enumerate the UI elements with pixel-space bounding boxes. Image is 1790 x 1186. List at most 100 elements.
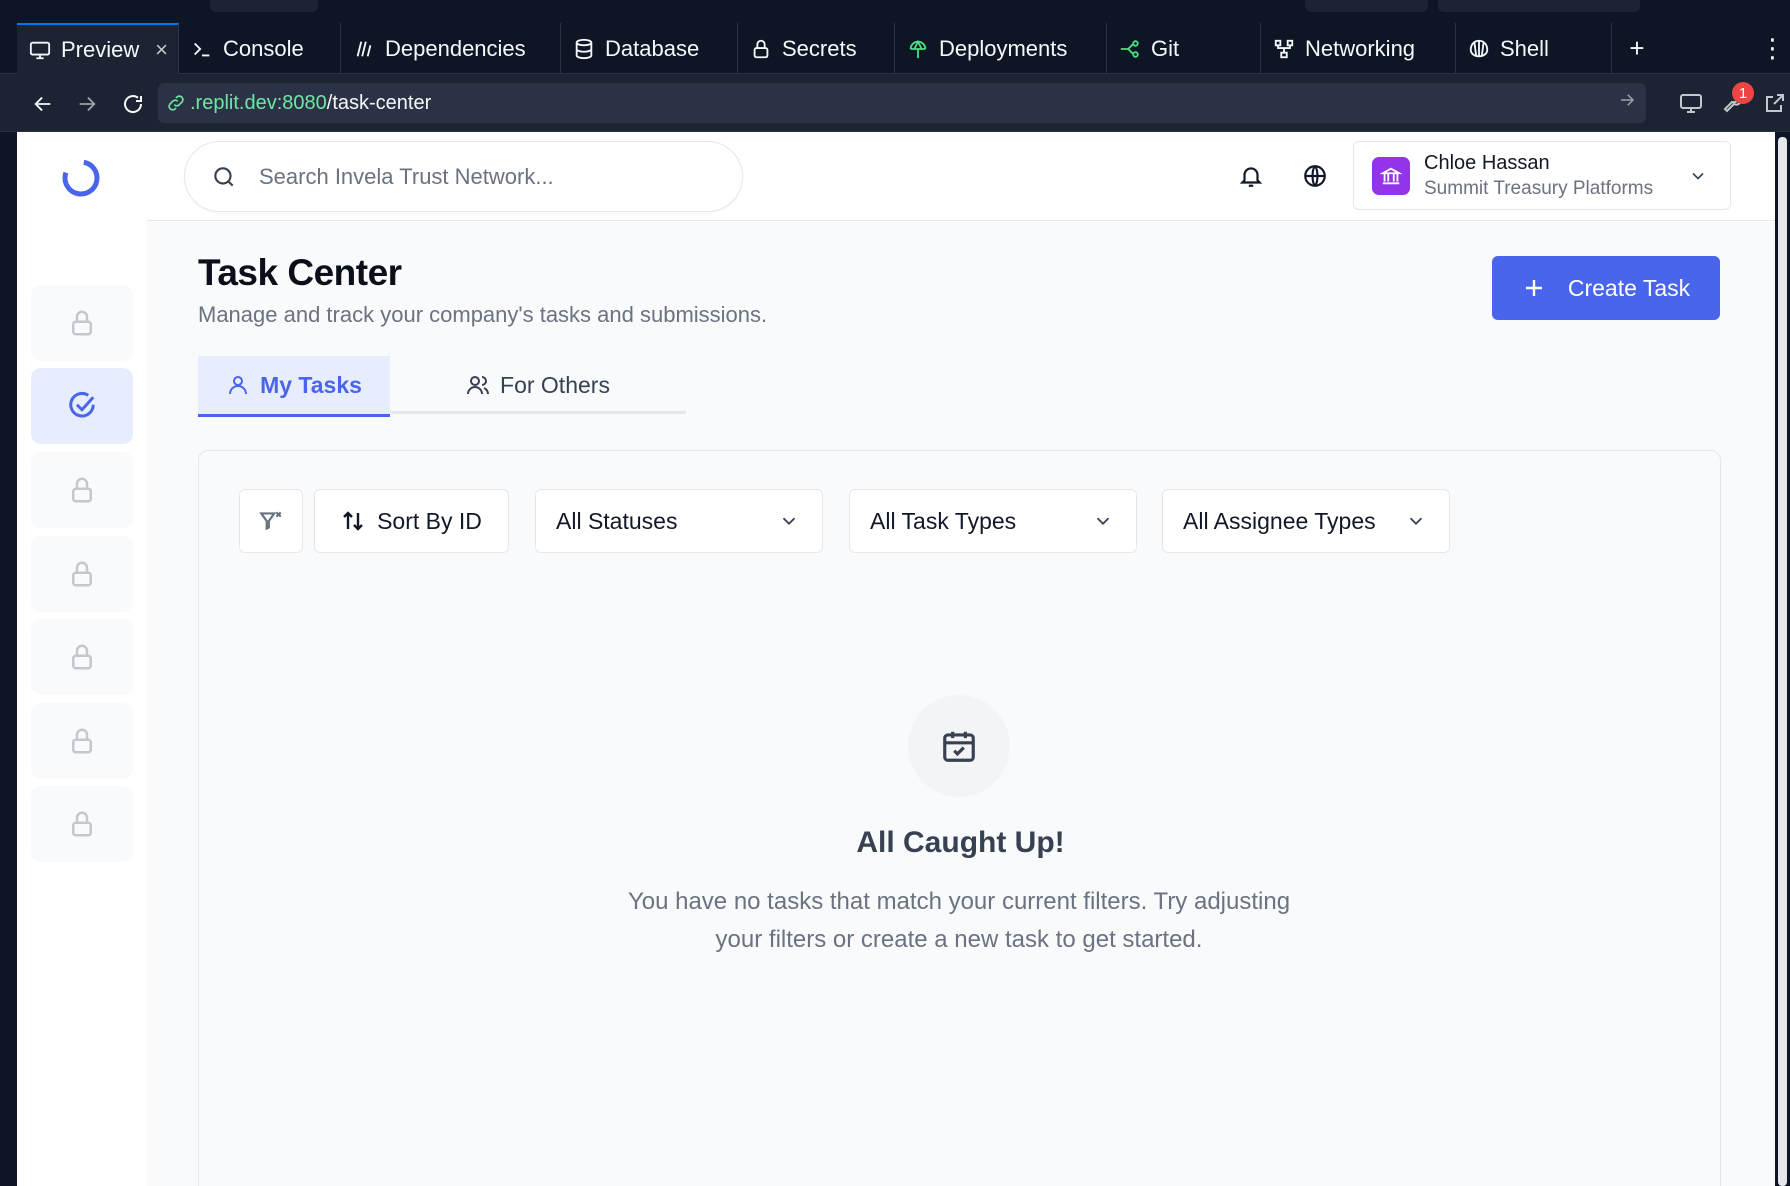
lock-icon [753,39,769,58]
user-menu[interactable]: Chloe Hassan Summit Treasury Platforms [1353,141,1731,210]
ide-strip-handle [1305,0,1428,12]
bank-icon [1380,167,1402,184]
device-preview-icon[interactable] [1676,88,1706,118]
page-subtitle: Manage and track your company's tasks an… [198,302,768,327]
create-task-button[interactable]: Create Task [1492,256,1720,320]
sidebar-item-locked[interactable] [31,452,133,528]
sidebar-item-locked[interactable] [31,536,133,612]
go-arrow-icon[interactable] [1618,91,1636,115]
chevron-down-icon [1688,166,1708,191]
notification-badge: 1 [1732,82,1754,104]
task-type-select[interactable]: All Task Types [849,489,1137,553]
ide-strip-handle [210,0,318,12]
sidebar-item-locked[interactable] [31,285,133,361]
create-task-label: Create Task [1567,274,1691,301]
sort-button[interactable]: Sort By ID [314,489,509,553]
top-header: Chloe Hassan Summit Treasury Platforms [147,132,1775,221]
chevron-down-icon [778,510,800,538]
ide-strip-handle [1438,0,1640,12]
assignee-type-select-value: All Assignee Types [1183,507,1376,534]
lock-icon [72,644,92,670]
tab-secrets[interactable]: Secrets [738,23,895,74]
url-field[interactable]: .replit.dev:8080/task-center [158,83,1646,123]
tab-label: For Others [500,371,610,398]
sidebar-item-task-center[interactable] [31,368,133,444]
empty-state-title: All Caught Up! [856,826,1065,859]
search-icon [214,166,234,186]
page-scrollbar[interactable] [1775,132,1790,1186]
devtools-wrench-icon[interactable]: 1 [1718,82,1754,118]
status-select[interactable]: All Statuses [535,489,823,553]
tab-shell[interactable]: Shell [1456,23,1612,74]
tab-label: Dependencies [385,35,526,61]
tab-my-tasks[interactable]: My Tasks [198,356,390,417]
database-icon [575,38,593,59]
tab-networking[interactable]: Networking [1261,23,1456,74]
more-options-icon[interactable]: ⋮ [1755,23,1790,74]
tab-label: Console [223,35,304,61]
tab-dependencies[interactable]: Dependencies [341,23,561,74]
main-content: Task Center Manage and track your compan… [147,222,1775,1186]
app-logo[interactable] [61,158,101,198]
git-icon [1120,39,1139,58]
user-name: Chloe Hassan [1424,151,1550,174]
filter-x-icon [259,511,282,531]
user-icon [229,376,248,395]
shell-icon [1469,39,1489,57]
search-input[interactable] [259,163,699,190]
tab-console[interactable]: Console [179,23,341,74]
sidebar [17,132,147,1186]
lock-icon [72,310,92,336]
tab-label: My Tasks [260,371,362,398]
lock-icon [72,477,92,503]
task-type-select-value: All Task Types [870,507,1017,534]
tab-database[interactable]: Database [561,23,738,74]
search-bar[interactable] [184,141,743,212]
globe-icon[interactable] [1299,160,1331,192]
tab-label: Networking [1305,35,1416,61]
back-arrow-icon[interactable] [28,89,58,119]
tab-label: Secrets [782,35,857,61]
scrollbar-thumb[interactable] [1778,137,1787,1186]
reload-icon[interactable] [118,89,148,119]
sidebar-item-locked[interactable] [31,703,133,779]
assignee-type-select[interactable]: All Assignee Types [1162,489,1450,553]
network-icon [1274,39,1294,58]
tab-label: Preview [61,36,140,62]
lock-icon [72,811,92,837]
bell-icon[interactable] [1235,160,1267,192]
forward-arrow-icon[interactable] [72,89,102,119]
tab-label: Deployments [939,35,1068,61]
tab-label: Database [605,35,700,61]
ide-tab-bar: Preview × Console Dependencies Database … [0,23,1790,74]
sidebar-item-locked[interactable] [31,619,133,695]
ide-url-bar: .replit.dev:8080/task-center 1 [0,74,1790,132]
close-icon[interactable]: × [155,37,168,63]
tab-label: Git [1151,35,1180,61]
new-tab-button[interactable]: + [1612,23,1662,74]
status-select-value: All Statuses [556,507,678,534]
calendar-check-icon [908,695,1010,797]
url-host: .replit.dev:8080 [190,91,327,114]
clear-filters-button[interactable] [239,489,303,553]
ide-left-edge [0,132,17,1186]
plus-icon [1525,280,1542,296]
tab-deployments[interactable]: Deployments [895,23,1107,74]
tab-git[interactable]: Git [1107,23,1261,74]
ide-top-strip [0,0,1790,23]
link-icon [168,95,184,111]
packages-icon [356,40,372,57]
tab-preview[interactable]: Preview × [17,23,179,74]
tasks-panel: Sort By ID All Statuses All Task Types A… [198,450,1721,1186]
sidebar-item-locked[interactable] [31,786,133,862]
lock-icon [72,561,92,587]
lock-icon [72,728,92,754]
url-path: /task-center [326,91,432,114]
app-preview: Chloe Hassan Summit Treasury Platforms T… [17,132,1775,1186]
open-external-icon[interactable] [1760,88,1790,118]
sort-arrows-icon [343,511,363,531]
chevron-down-icon [1405,510,1427,538]
users-icon [467,376,490,395]
deploy-icon [909,39,927,58]
tab-for-others[interactable]: For Others [390,356,686,414]
